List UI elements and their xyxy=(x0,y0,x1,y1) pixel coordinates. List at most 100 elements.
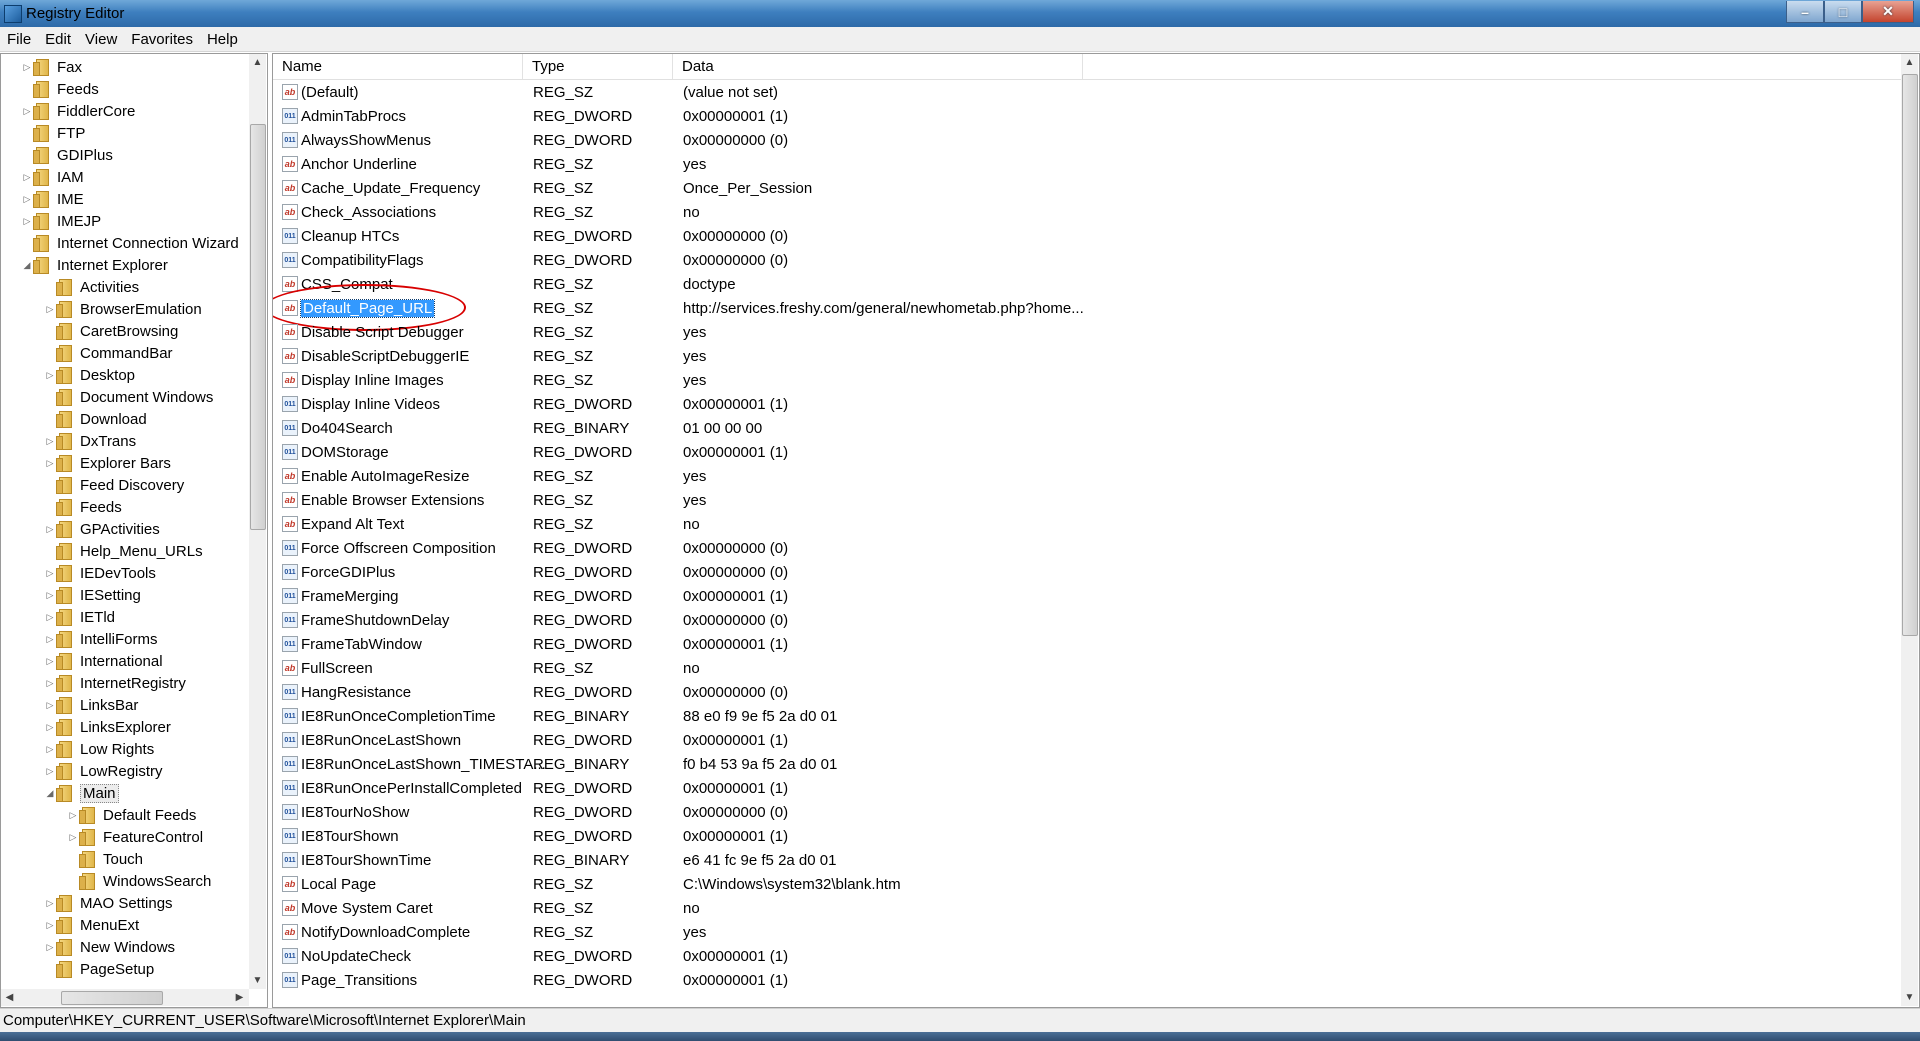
value-row[interactable]: ab Cache_Update_Frequency REG_SZ Once_Per_S… xyxy=(273,176,1901,200)
value-row[interactable]: ab Default_Page_URL REG_SZ http://services.… xyxy=(273,284,1901,331)
expand-arrow-icon[interactable]: ▷ xyxy=(44,936,56,958)
tree-hscroll-thumb[interactable] xyxy=(61,991,163,1005)
tree-item[interactable]: Activities xyxy=(44,276,139,298)
tree-item[interactable]: ▷ FiddlerCore xyxy=(21,100,135,122)
value-row[interactable]: 011 ForceGDIPlus REG_DWORD 0x00000000 (0) xyxy=(273,560,1901,584)
value-row[interactable]: ab Local Page REG_SZ C:\Windows\system32\bl… xyxy=(273,872,1901,896)
tree-item[interactable]: ▷ FeatureControl xyxy=(67,826,203,848)
tree-item[interactable]: ▷ BrowserEmulation xyxy=(44,298,202,320)
tree-item[interactable]: ◢ Main xyxy=(44,782,119,804)
tree-item[interactable]: Internet Connection Wizard xyxy=(21,232,239,254)
tree-item[interactable]: Help_Menu_URLs xyxy=(44,540,203,562)
tree-item[interactable]: ▷ Low Rights xyxy=(44,738,154,760)
tree-item[interactable]: Feeds xyxy=(44,496,122,518)
expand-arrow-icon[interactable]: ▷ xyxy=(21,100,33,122)
value-row[interactable]: 011 DOMStorage REG_DWORD 0x00000001 (1) xyxy=(273,440,1901,464)
value-row[interactable]: 011 IE8RunOnceCompletionTime REG_BINARY 88 … xyxy=(273,704,1901,728)
value-row[interactable]: 011 NoUpdateCheck REG_DWORD 0x00000001 (1) xyxy=(273,944,1901,968)
tree-item[interactable]: Document Windows xyxy=(44,386,213,408)
value-row[interactable]: ab Anchor Underline REG_SZ yes xyxy=(273,152,1901,176)
tree-item[interactable]: ▷ LinksBar xyxy=(44,694,138,716)
value-row[interactable]: 011 Cleanup HTCs REG_DWORD 0x00000000 (0) xyxy=(273,224,1901,248)
value-row[interactable]: 011 AdminTabProcs REG_DWORD 0x00000001 (1) xyxy=(273,104,1901,128)
expand-arrow-icon[interactable]: ▷ xyxy=(44,452,56,474)
tree-item[interactable]: ▷ IETld xyxy=(44,606,115,628)
tree-item[interactable]: ▷ IESetting xyxy=(44,584,141,606)
values-scroll-thumb[interactable] xyxy=(1902,74,1918,636)
value-row[interactable]: 011 AlwaysShowMenus REG_DWORD 0x00000000 (0… xyxy=(273,128,1901,152)
value-row[interactable]: 011 CompatibilityFlags REG_DWORD 0x00000000… xyxy=(273,248,1901,272)
expand-arrow-icon[interactable]: ▷ xyxy=(44,650,56,672)
scroll-down-arrow-icon[interactable]: ▼ xyxy=(1901,989,1918,1006)
tree-item[interactable]: FTP xyxy=(21,122,85,144)
tree-scroll-thumb[interactable] xyxy=(250,124,266,530)
expand-arrow-icon[interactable]: ▷ xyxy=(44,518,56,540)
scroll-right-arrow-icon[interactable]: ▶ xyxy=(231,989,248,1006)
tree-item[interactable]: ▷ Default Feeds xyxy=(67,804,196,826)
tree-item[interactable]: ▷ IME xyxy=(21,188,84,210)
tree-item[interactable]: ▷ IEDevTools xyxy=(44,562,156,584)
expand-arrow-icon[interactable]: ▷ xyxy=(44,584,56,606)
tree-item[interactable]: CommandBar xyxy=(44,342,173,364)
value-row[interactable]: ab DisableScriptDebuggerIE REG_SZ yes xyxy=(273,344,1901,368)
tree-item[interactable]: WindowsSearch xyxy=(67,870,211,892)
value-row[interactable]: 011 IE8TourShownTime REG_BINARY e6 41 fc 9e… xyxy=(273,848,1901,872)
tree-item[interactable]: Touch xyxy=(67,848,143,870)
expand-arrow-icon[interactable]: ▷ xyxy=(21,188,33,210)
value-row[interactable]: ab Move System Caret REG_SZ no xyxy=(273,896,1901,920)
expand-arrow-icon[interactable]: ▷ xyxy=(21,56,33,78)
value-row[interactable]: 011 FrameMerging REG_DWORD 0x00000001 (1) xyxy=(273,584,1901,608)
tree-item[interactable]: ▷ International xyxy=(44,650,163,672)
tree-item[interactable]: PageSetup xyxy=(44,958,154,980)
tree-item[interactable]: Download xyxy=(44,408,147,430)
expand-arrow-icon[interactable]: ▷ xyxy=(44,364,56,386)
value-row[interactable]: ab Display Inline Images REG_SZ yes xyxy=(273,368,1901,392)
menu-favorites[interactable]: Favorites xyxy=(124,31,200,48)
column-data-header[interactable]: Data xyxy=(673,54,1083,79)
expand-arrow-icon[interactable]: ▷ xyxy=(21,166,33,188)
expand-arrow-icon[interactable]: ▷ xyxy=(44,606,56,628)
value-row[interactable]: 011 Do404Search REG_BINARY 01 00 00 00 xyxy=(273,416,1901,440)
expand-arrow-icon[interactable]: ▷ xyxy=(44,716,56,738)
tree-item[interactable]: ▷ IMEJP xyxy=(21,210,101,232)
tree-item[interactable]: ▷ IntelliForms xyxy=(44,628,158,650)
scroll-up-arrow-icon[interactable]: ▲ xyxy=(1901,54,1918,71)
value-row[interactable]: 011 FrameTabWindow REG_DWORD 0x00000001 (1) xyxy=(273,632,1901,656)
tree-item[interactable]: ▷ GPActivities xyxy=(44,518,160,540)
tree-item[interactable]: ▷ Explorer Bars xyxy=(44,452,171,474)
tree-item[interactable]: ▷ IAM xyxy=(21,166,84,188)
tree-vertical-scrollbar[interactable]: ▲ ▼ xyxy=(249,54,266,989)
tree-item[interactable]: ▷ MAO Settings xyxy=(44,892,173,914)
expand-arrow-icon[interactable]: ▷ xyxy=(44,892,56,914)
tree-item[interactable]: ▷ LowRegistry xyxy=(44,760,163,782)
scroll-down-arrow-icon[interactable]: ▼ xyxy=(249,972,266,989)
value-row[interactable]: ab Check_Associations REG_SZ no xyxy=(273,200,1901,224)
close-button[interactable]: ✕ xyxy=(1862,1,1914,23)
value-row[interactable]: 011 Force Offscreen Composition REG_DWORD 0… xyxy=(273,536,1901,560)
expand-arrow-icon[interactable]: ▷ xyxy=(44,298,56,320)
values-vertical-scrollbar[interactable]: ▲ ▼ xyxy=(1901,54,1918,1006)
value-row[interactable]: 011 FrameShutdownDelay REG_DWORD 0x00000000… xyxy=(273,608,1901,632)
menu-file[interactable]: File xyxy=(0,31,38,48)
value-row[interactable]: ab Disable Script Debugger REG_SZ yes xyxy=(273,320,1901,344)
scroll-left-arrow-icon[interactable]: ◀ xyxy=(1,989,18,1006)
registry-values-list[interactable]: Name Type Data ab (Default) REG_SZ (value n… xyxy=(272,53,1920,1008)
expand-arrow-icon[interactable]: ▷ xyxy=(44,914,56,936)
expand-arrow-icon[interactable]: ▷ xyxy=(67,804,79,826)
value-row[interactable]: 011 Page_Transitions REG_DWORD 0x00000001 (… xyxy=(273,968,1901,992)
tree-item[interactable]: ◢ Internet Explorer xyxy=(21,254,168,276)
tree-item[interactable]: ▷ InternetRegistry xyxy=(44,672,186,694)
tree-item[interactable]: ▷ Fax xyxy=(21,56,82,78)
value-row[interactable]: 011 IE8TourShown REG_DWORD 0x00000001 (1) xyxy=(273,824,1901,848)
value-row[interactable]: ab NotifyDownloadComplete REG_SZ yes xyxy=(273,920,1901,944)
expand-arrow-icon[interactable]: ▷ xyxy=(44,430,56,452)
value-row[interactable]: 011 Display Inline Videos REG_DWORD 0x00000… xyxy=(273,392,1901,416)
value-row[interactable]: ab Expand Alt Text REG_SZ no xyxy=(273,512,1901,536)
value-row[interactable]: 011 IE8TourNoShow REG_DWORD 0x00000000 (0) xyxy=(273,800,1901,824)
collapse-arrow-icon[interactable]: ◢ xyxy=(21,254,33,276)
expand-arrow-icon[interactable]: ▷ xyxy=(44,738,56,760)
menu-edit[interactable]: Edit xyxy=(38,31,78,48)
value-row[interactable]: ab CSS_Compat REG_SZ doctype xyxy=(273,272,1901,296)
tree-item[interactable]: Feed Discovery xyxy=(44,474,184,496)
tree-item[interactable]: CaretBrowsing xyxy=(44,320,178,342)
